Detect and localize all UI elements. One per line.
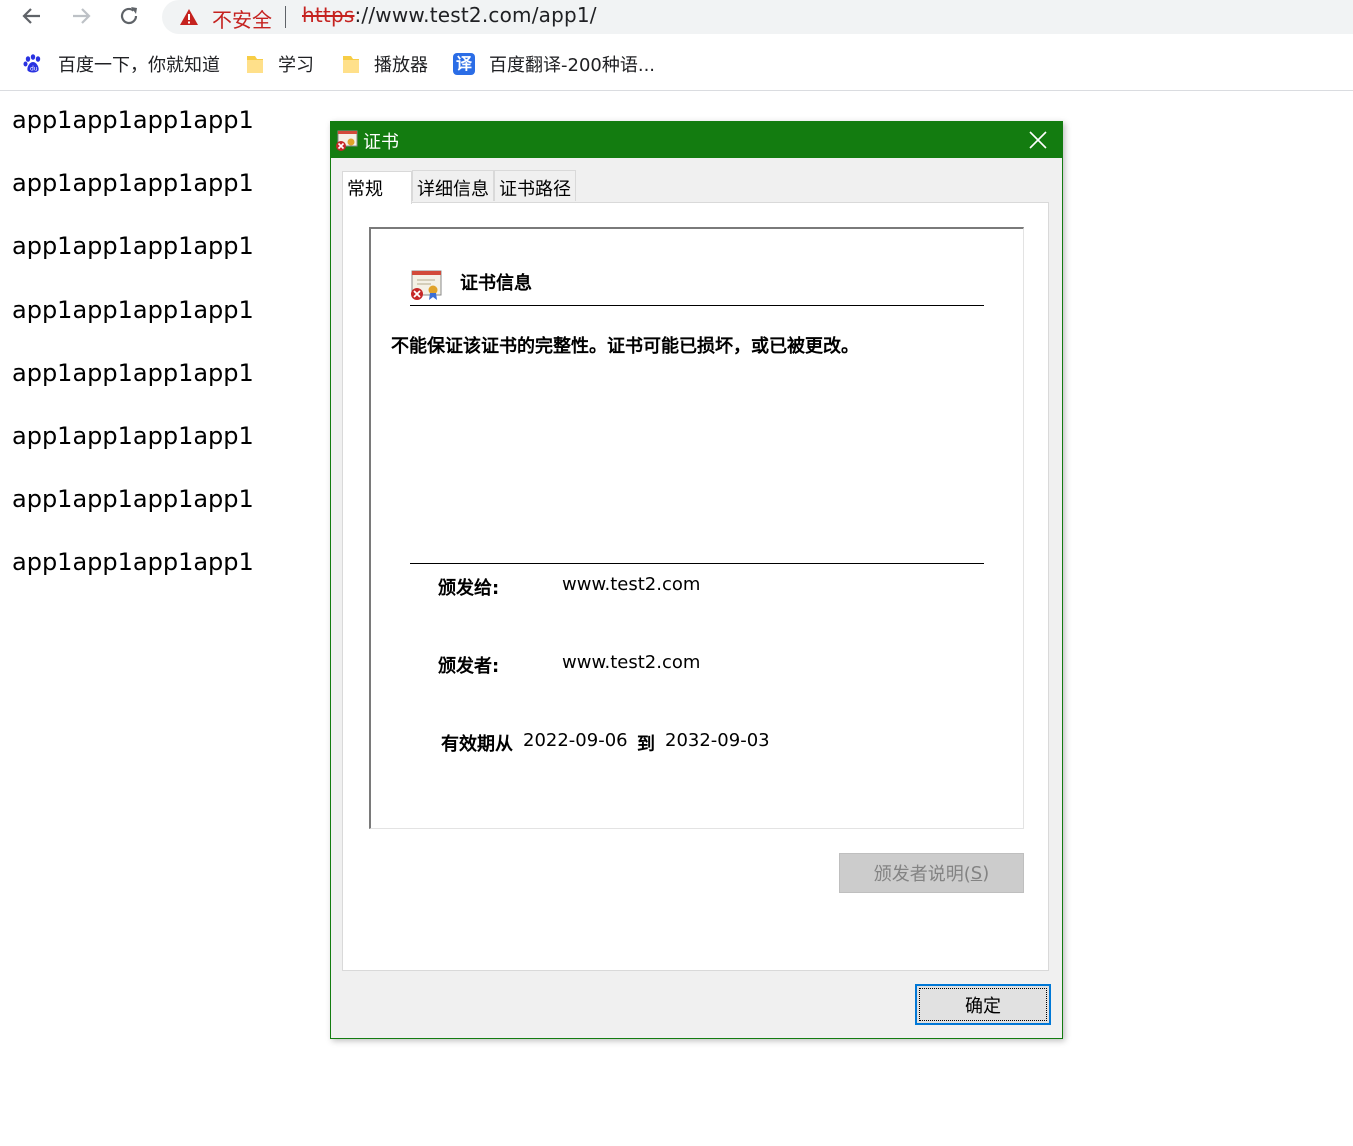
close-button[interactable] bbox=[1015, 122, 1061, 158]
tab-cert-path[interactable]: 证书路径 bbox=[494, 170, 576, 201]
valid-from-label: 有效期从 bbox=[441, 734, 513, 755]
browser-toolbar: 不安全 https://www.test2.com/app1/ bbox=[0, 0, 1353, 34]
dialog-title: 证书 bbox=[363, 132, 399, 153]
baidu-paw-icon: du bbox=[22, 53, 44, 75]
ok-button-label: 确定 bbox=[965, 995, 1001, 1017]
divider bbox=[410, 305, 984, 306]
issuer-statement-button[interactable]: 颁发者说明(S) bbox=[839, 853, 1024, 893]
certificate-info-title: 证书信息 bbox=[460, 273, 532, 294]
dialog-titlebar[interactable]: 证书 bbox=[331, 122, 1062, 158]
issued-to-label: 颁发给: bbox=[438, 578, 500, 599]
issued-by-value: www.test2.com bbox=[562, 652, 701, 673]
content-line: app1app1app1app1 bbox=[12, 169, 254, 198]
issuer-statement-label: 颁发者说明( bbox=[873, 864, 971, 885]
certificate-icon bbox=[411, 270, 442, 300]
ok-button[interactable]: 确定 bbox=[915, 984, 1051, 1025]
issuer-statement-accesskey: S bbox=[970, 862, 983, 884]
page-content: app1app1app1app1 app1app1app1app1 app1ap… bbox=[12, 102, 254, 608]
content-line: app1app1app1app1 bbox=[12, 358, 254, 387]
forward-arrow-icon bbox=[73, 8, 91, 24]
folder-icon bbox=[244, 53, 266, 75]
general-tab-panel: 证书信息 不能保证该证书的完整性。证书可能已损坏，或已被更改。 颁发给: www… bbox=[342, 202, 1049, 971]
tab-general[interactable]: 常规 bbox=[342, 171, 412, 204]
certificate-error-icon bbox=[336, 130, 358, 151]
content-line: app1app1app1app1 bbox=[12, 106, 254, 134]
valid-from-value: 2022-09-06 bbox=[523, 730, 628, 751]
bookmark-label: 播放器 bbox=[374, 55, 428, 76]
bookmark-baidu-translate[interactable]: 译 百度翻译-200种语... bbox=[453, 50, 655, 78]
issuer-statement-tail: ) bbox=[982, 862, 990, 884]
address-bar[interactable]: 不安全 https://www.test2.com/app1/ bbox=[162, 0, 1353, 34]
close-icon bbox=[1029, 131, 1047, 149]
url-path: ://www.test2.com/app1/ bbox=[354, 3, 597, 27]
svg-text:du: du bbox=[30, 66, 38, 73]
forward-button[interactable] bbox=[67, 3, 95, 29]
certificate-dialog: 证书 常规 详细信息 证书路径 证书信息 不能保证该证书的完整性。证书可能已损坏… bbox=[330, 121, 1063, 1039]
reload-icon bbox=[120, 7, 138, 25]
issued-to-value: www.test2.com bbox=[562, 574, 701, 595]
content-line: app1app1app1app1 bbox=[12, 295, 254, 324]
integrity-warning-text: 不能保证该证书的完整性。证书可能已损坏，或已被更改。 bbox=[391, 336, 859, 357]
url-text[interactable]: https://www.test2.com/app1/ bbox=[302, 3, 597, 27]
content-line: app1app1app1app1 bbox=[12, 232, 254, 261]
folder-icon bbox=[340, 53, 362, 75]
bookmarks-bar: du 百度一下，你就知道 学习 播放器 译 百度翻译-200种语... bbox=[0, 42, 1353, 86]
bookmark-folder-player[interactable]: 播放器 bbox=[340, 50, 428, 78]
issued-by-label: 颁发者: bbox=[438, 656, 500, 677]
content-line: app1app1app1app1 bbox=[12, 548, 254, 577]
bookmark-label: 百度翻译-200种语... bbox=[489, 55, 656, 76]
divider bbox=[410, 563, 984, 564]
address-separator bbox=[285, 6, 286, 28]
security-status-label[interactable]: 不安全 bbox=[212, 4, 272, 33]
bookmark-label: 学习 bbox=[278, 55, 314, 76]
back-arrow-icon bbox=[22, 8, 40, 24]
bookmark-baidu[interactable]: du 百度一下，你就知道 bbox=[22, 50, 220, 78]
toolbar-divider bbox=[0, 90, 1353, 91]
url-scheme: https bbox=[302, 3, 355, 27]
certificate-info-box: 证书信息 不能保证该证书的完整性。证书可能已损坏，或已被更改。 颁发给: www… bbox=[369, 227, 1024, 829]
valid-to-value: 2032-09-03 bbox=[665, 730, 770, 751]
tab-details[interactable]: 详细信息 bbox=[412, 170, 494, 201]
valid-to-label: 到 bbox=[637, 734, 655, 755]
not-secure-warning-icon[interactable] bbox=[179, 8, 199, 26]
translate-icon: 译 bbox=[453, 53, 475, 75]
bookmark-label: 百度一下，你就知道 bbox=[58, 55, 220, 76]
bookmark-folder-study[interactable]: 学习 bbox=[244, 50, 314, 78]
back-button[interactable] bbox=[18, 3, 46, 29]
content-line: app1app1app1app1 bbox=[12, 421, 254, 450]
content-line: app1app1app1app1 bbox=[12, 485, 254, 514]
reload-button[interactable] bbox=[115, 3, 143, 29]
